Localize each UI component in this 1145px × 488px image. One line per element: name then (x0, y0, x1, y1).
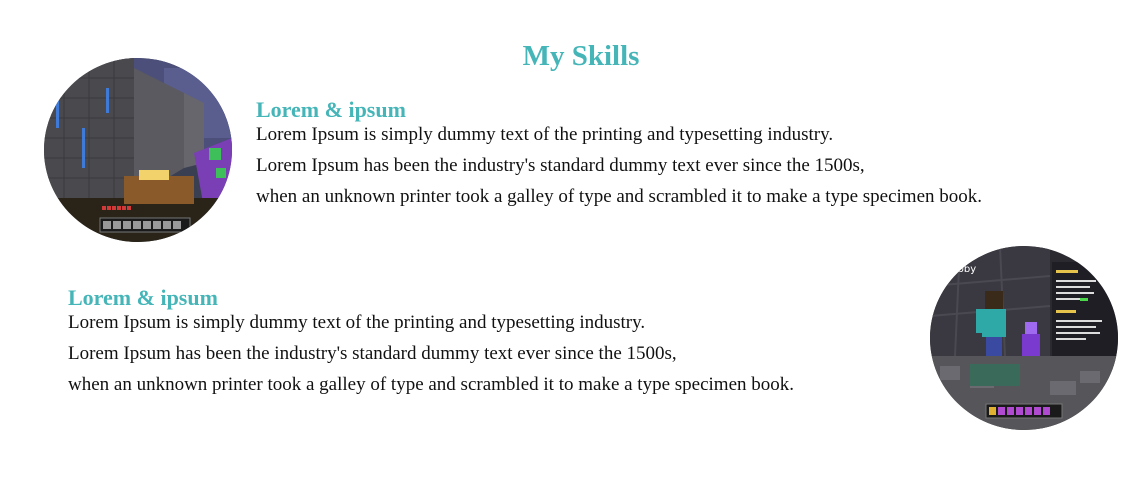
skill-description-line: Lorem Ipsum has been the industry's stan… (256, 155, 865, 176)
lobby-caption: Lobby (946, 264, 976, 275)
skill-description-line: Lorem Ipsum has been the industry's stan… (68, 343, 677, 364)
skill-image-lobby: Lobby (930, 246, 1118, 430)
skill-description-line: when an unknown printer took a galley of… (256, 186, 983, 207)
skill-image-castle (44, 58, 232, 242)
skill-description-line: when an unknown printer took a galley of… (68, 374, 795, 395)
skill-description-line: Lorem Ipsum is simply dummy text of the … (256, 124, 834, 145)
skill-description: Lorem Ipsum is simply dummy text of the … (68, 307, 794, 400)
skill-description-line: Lorem Ipsum is simply dummy text of the … (68, 312, 646, 333)
skill-description: Lorem Ipsum is simply dummy text of the … (256, 119, 982, 212)
